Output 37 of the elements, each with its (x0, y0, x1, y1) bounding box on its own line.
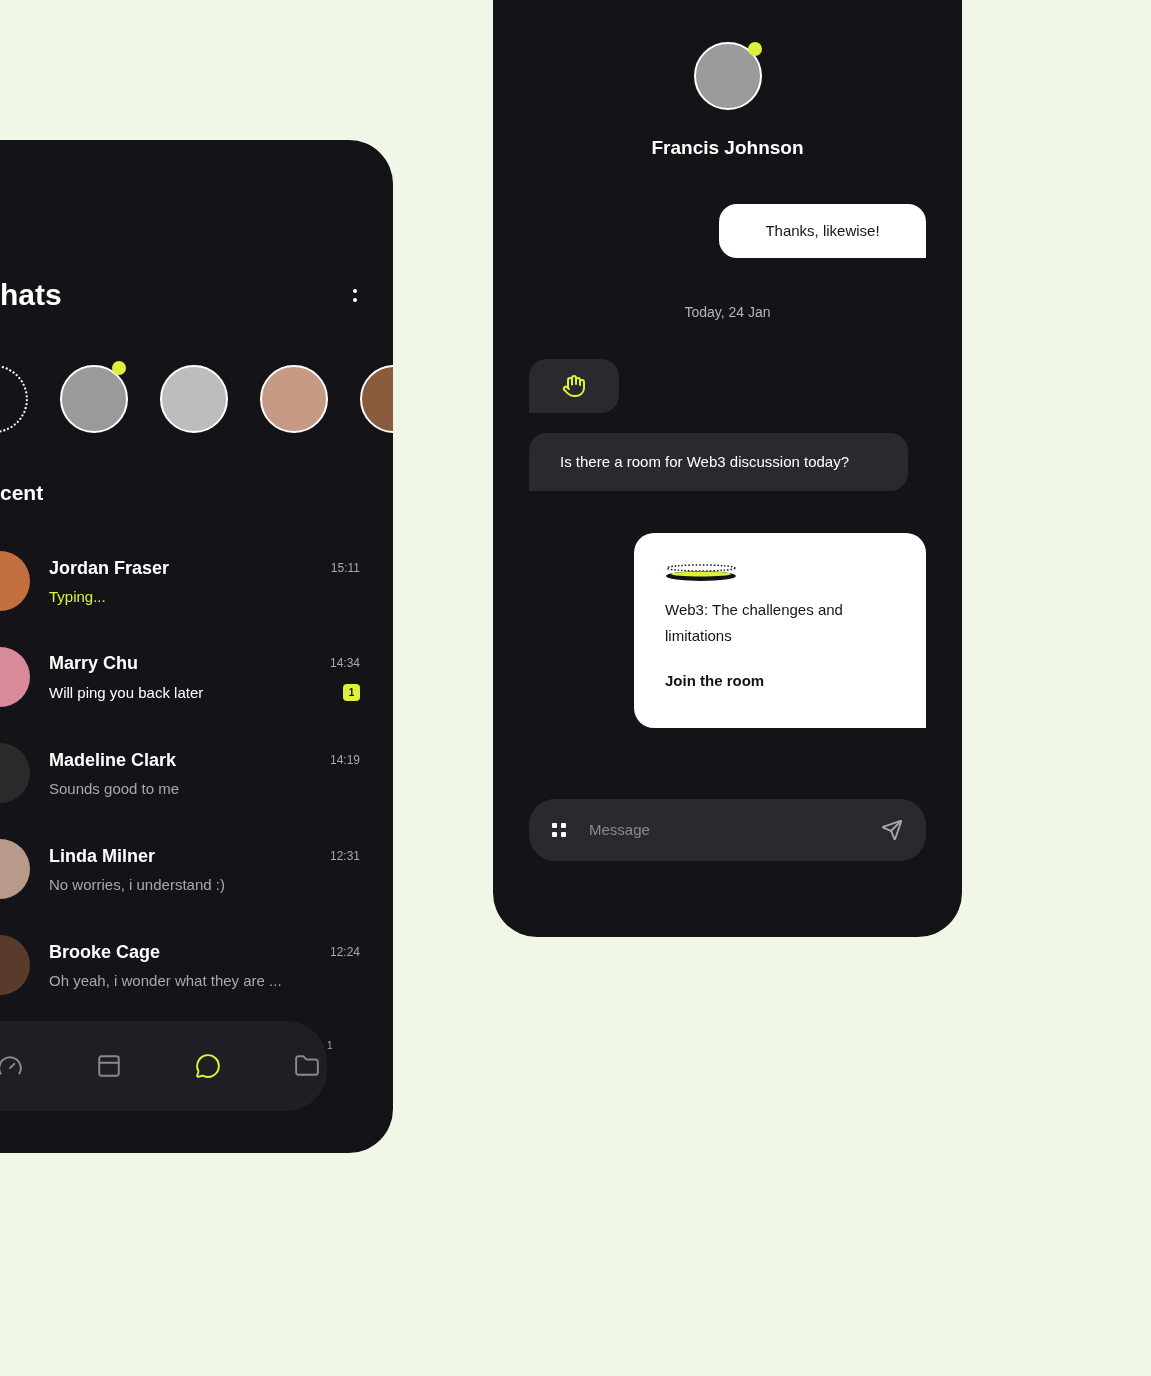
screen-title: hats (0, 280, 62, 310)
contact-name: Marry Chu (49, 653, 138, 672)
avatar (0, 551, 30, 611)
date-divider: Today, 24 Jan (684, 305, 771, 319)
contact-name: Madeline Clark (49, 750, 177, 769)
room-title: Web3: The challenges and limitations (665, 600, 844, 646)
unread-badge: 1 (343, 683, 360, 701)
avatar (0, 935, 30, 995)
message-time: 12:24 (329, 945, 360, 958)
sent-message: Thanks, likewise! (719, 204, 926, 258)
message-preview: Sounds good to me (49, 780, 180, 796)
message-preview: No worries, i understand :) (49, 876, 225, 892)
contact-name: Linda Milner (49, 846, 155, 865)
message-preview: Typing... (49, 588, 106, 604)
waving-hand-icon (562, 374, 586, 398)
section-title: cent (0, 482, 45, 503)
ring-platform-icon (665, 563, 737, 583)
message-time: 14:34 (329, 656, 360, 669)
message-time: 15:11 (330, 561, 360, 574)
grid-dots-icon[interactable] (552, 823, 566, 837)
folder-icon (294, 1053, 321, 1079)
chat-bubble-icon (195, 1053, 222, 1079)
message-input[interactable]: Message (589, 818, 858, 842)
contact-name: Francis Johnson (651, 138, 804, 157)
message-preview: Will ping you back later (49, 684, 204, 700)
panel-icon (95, 1053, 122, 1079)
message-time: 14:19 (329, 753, 360, 766)
avatar (0, 647, 30, 707)
join-room-link[interactable]: Join the room (665, 673, 765, 688)
avatar (0, 839, 30, 899)
message-preview: Oh yeah, i wonder what they are ... (49, 972, 282, 988)
message-time: 12:31 (329, 849, 360, 862)
received-message: Is there a room for Web3 discussion today? (529, 433, 908, 491)
send-icon[interactable] (881, 819, 903, 841)
contact-name: Brooke Cage (49, 942, 161, 961)
count-label: 1 (327, 1041, 333, 1051)
contact-name: Jordan Fraser (49, 558, 170, 577)
